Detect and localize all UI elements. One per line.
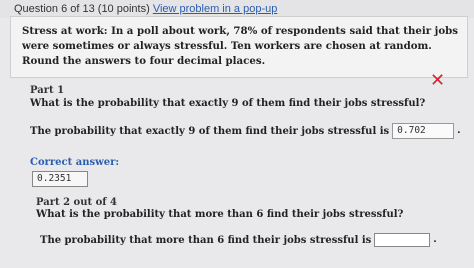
part2-question: What is the probability that more than 6…	[36, 209, 404, 220]
correct-answer-label: Correct answer:	[30, 157, 120, 168]
view-popup-link[interactable]: View problem in a pop-up	[153, 3, 278, 15]
part1-answer-input[interactable]: 0.702	[392, 123, 455, 139]
part2-answer-prompt: The probability that more than 6 find th…	[40, 234, 372, 246]
part2-answer-line: The probability that more than 6 find th…	[40, 233, 437, 247]
part2-label: Part 2 out of 4	[36, 197, 117, 208]
part2-answer-input[interactable]	[374, 233, 431, 247]
correct-answer-value: 0.2351	[32, 171, 88, 187]
problem-text: Stress at work: In a poll about work, 78…	[22, 25, 459, 67]
x-mark-icon: ✕	[430, 70, 446, 91]
part1-answer-prompt: The probability that exactly 9 of them f…	[30, 125, 390, 137]
period: .	[433, 235, 437, 245]
period: .	[457, 126, 461, 136]
part1-question: What is the probability that exactly 9 o…	[30, 98, 426, 109]
part1-answer-line: The probability that exactly 9 of them f…	[30, 123, 461, 139]
part1-label: Part 1	[30, 85, 65, 96]
question-label: Question 6 of 13 (10 points)	[14, 3, 150, 15]
